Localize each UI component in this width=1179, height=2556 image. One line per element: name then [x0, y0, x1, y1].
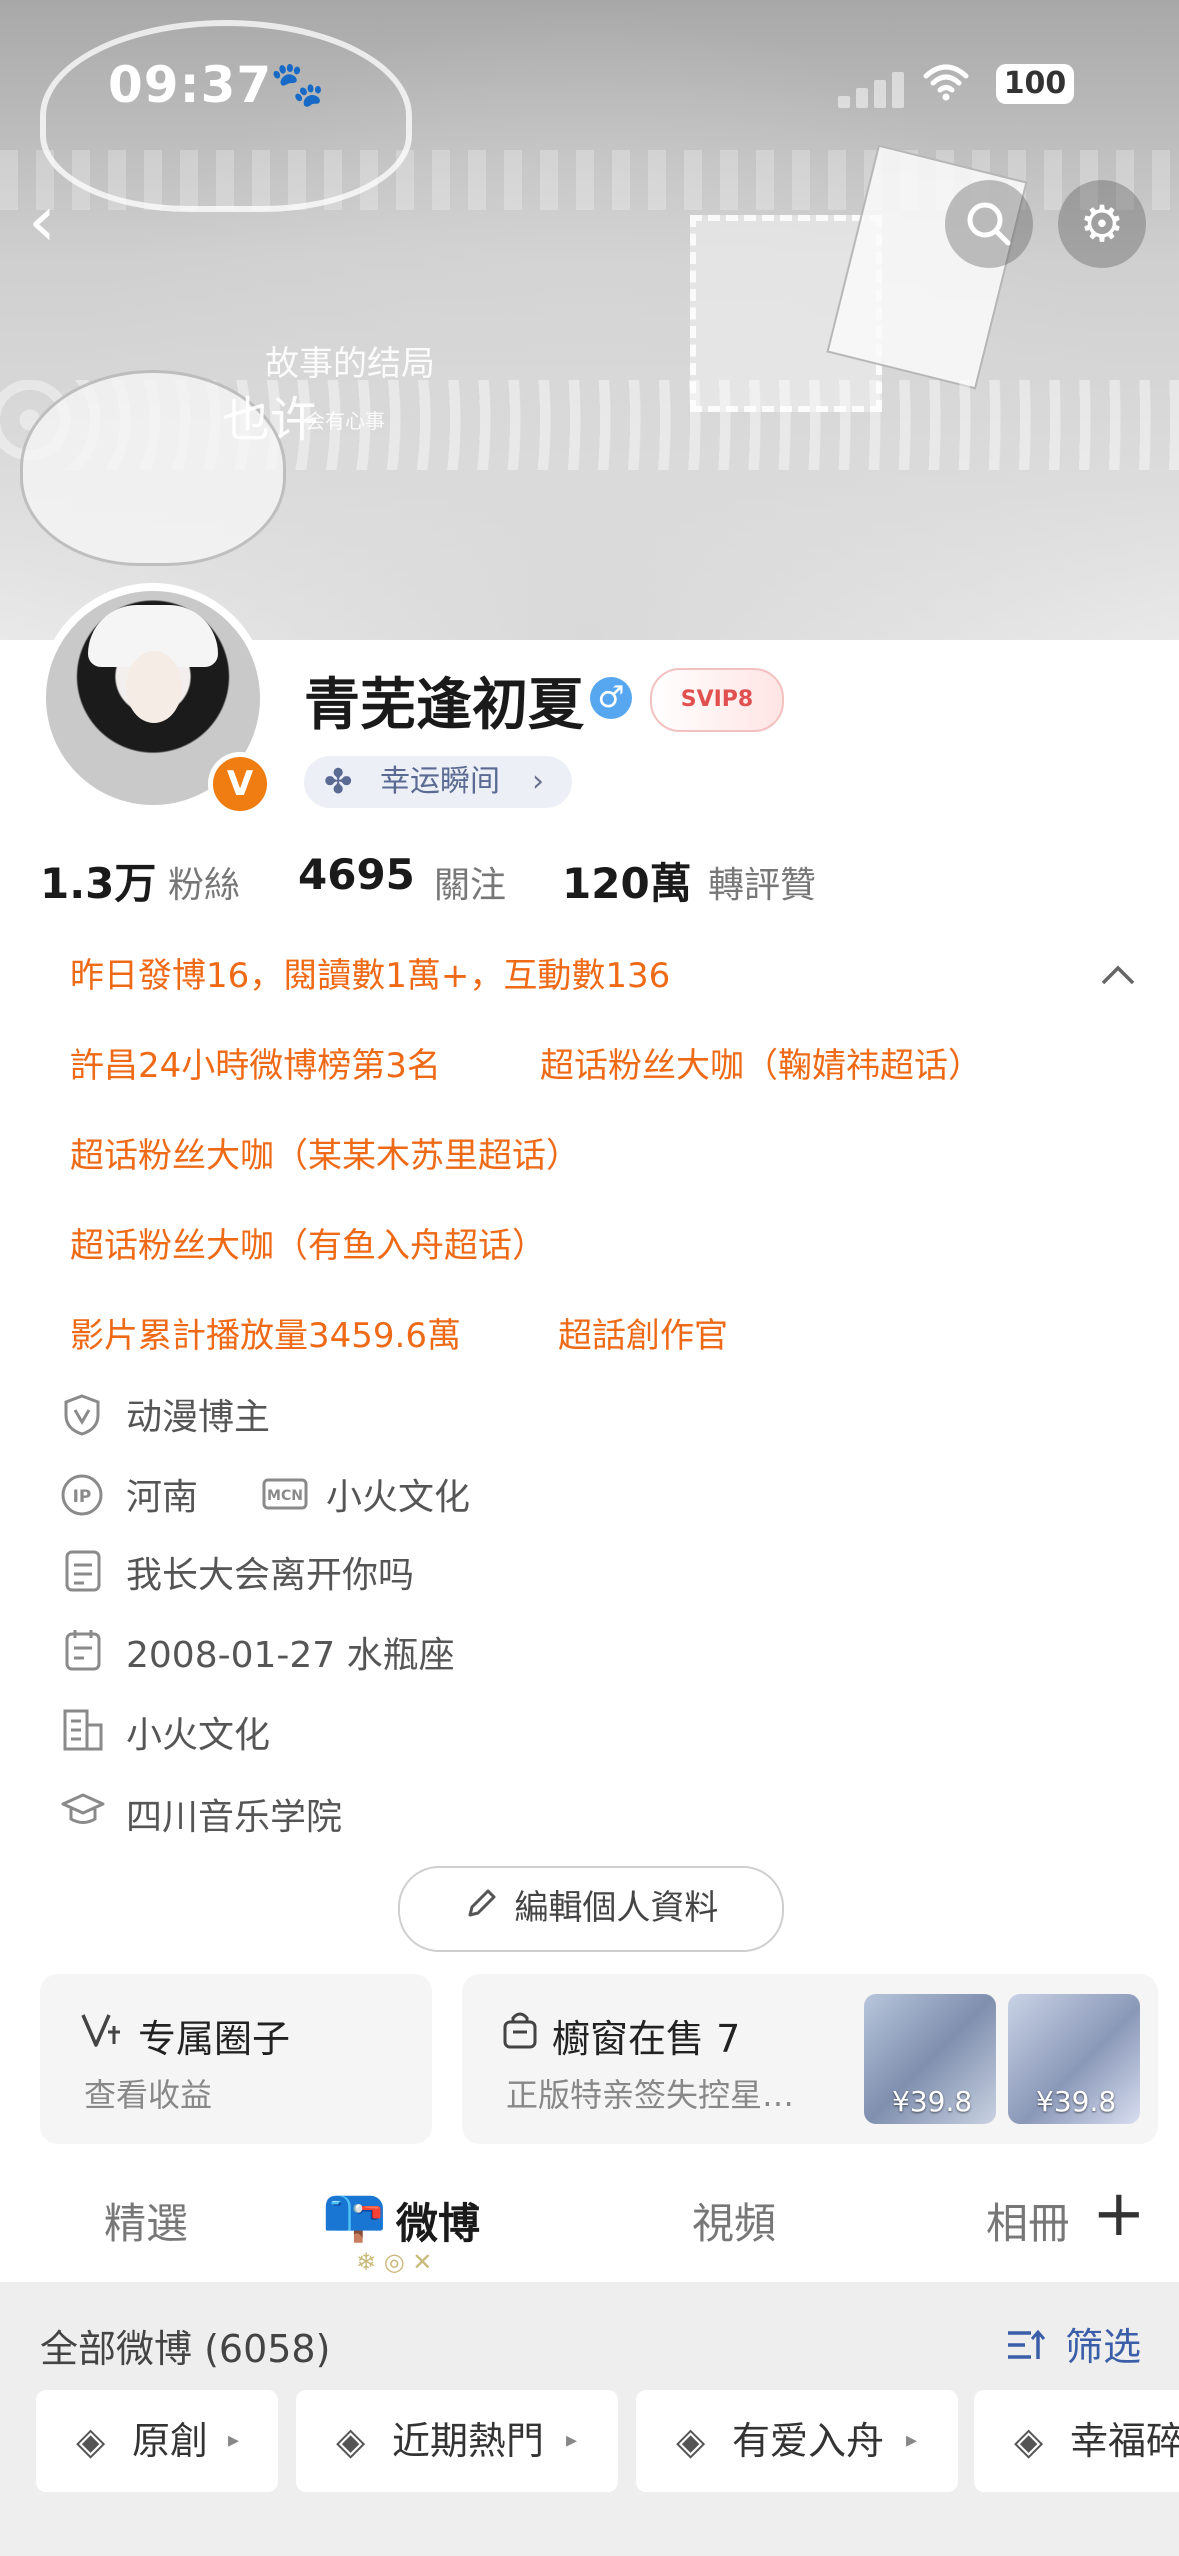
back-arrow-icon[interactable]: ‹ — [28, 180, 56, 262]
snowflake-icon: ❄ — [898, 808, 1016, 971]
building-icon — [62, 1708, 104, 1756]
layers-icon: ◈ — [676, 2419, 706, 2463]
product-price: ¥39.8 — [892, 2085, 973, 2118]
chip-original[interactable]: ◈ 原創 ▸ — [36, 2390, 278, 2492]
document-icon — [64, 1549, 102, 1597]
collapse-chevron-up-icon[interactable] — [1100, 950, 1136, 996]
pencil-icon — [464, 1870, 498, 1950]
filter-button[interactable]: 筛选 — [1005, 2316, 1141, 2372]
caret-right-icon: ▸ — [906, 2428, 918, 2453]
layers-icon: ◈ — [76, 2419, 106, 2463]
chip-label: 原創 — [132, 2419, 209, 2463]
search-icon — [967, 202, 1011, 246]
verified-badge: V — [208, 752, 272, 816]
gear-icon: ⚙ — [1079, 195, 1125, 253]
product-thumbnail[interactable]: ¥39.8 — [1008, 1994, 1140, 2124]
svg-text:MCN: MCN — [267, 1488, 303, 1504]
shop-subtitle: 正版特亲签失控星… — [506, 2076, 795, 2114]
filter-label: 筛选 — [1065, 2325, 1142, 2369]
followers-count[interactable]: 1.3万 — [40, 850, 156, 911]
ip-location-icon: IP — [60, 1473, 104, 1521]
graduation-cap-icon — [60, 1792, 106, 1832]
honor-tag[interactable]: 超话粉丝大咖（某某木苏里超话） — [70, 1128, 580, 1177]
search-button[interactable] — [945, 180, 1033, 268]
shopping-bag-icon — [502, 2010, 538, 2054]
luck-moment-label: 幸运瞬间 — [380, 764, 500, 799]
avatar-face — [126, 651, 182, 723]
school-text: 四川音乐学院 — [126, 1797, 343, 1838]
status-time: 09:37 — [108, 56, 273, 114]
shop-window-card[interactable]: 櫥窗在售 7 正版特亲签失控星… ¥39.8 ¥39.8 — [462, 1974, 1158, 2144]
tab-decoration-icon: ❄ ◎ ✕ — [356, 2248, 433, 2276]
all-weibo-count: 全部微博 (6058) — [40, 2327, 331, 2371]
edit-profile-button[interactable]: 編輯個人資料 — [398, 1866, 784, 1952]
svip-badge[interactable]: SVIP8 — [650, 668, 784, 732]
wifi-icon — [922, 62, 970, 113]
cellular-signal-icon — [838, 72, 908, 108]
likes-label[interactable]: 轉評贊 — [708, 856, 816, 908]
chip-recent-hot[interactable]: ◈ 近期熱門 ▸ — [296, 2390, 618, 2492]
honor-tag[interactable]: 許昌24小時微博榜第3名 — [70, 1038, 441, 1087]
followers-label[interactable]: 粉絲 — [168, 856, 240, 908]
company-text: 小火文化 — [126, 1715, 271, 1756]
tab-weibo[interactable]: 微博 — [396, 2190, 480, 2251]
battery-indicator: 100 — [996, 64, 1074, 104]
honor-tag[interactable]: 超话粉丝大咖（有鱼入舟超话） — [70, 1218, 546, 1267]
chip-happy[interactable]: ◈ 幸福碎 — [974, 2390, 1179, 2492]
chip-label: 近期熱門 — [392, 2419, 545, 2463]
mcn-icon: MCN — [262, 1478, 308, 1514]
caret-right-icon: ▸ — [228, 2428, 240, 2453]
caret-right-icon: ▸ — [566, 2428, 578, 2453]
exclusive-circle-card[interactable]: 专属圈子 查看收益 — [40, 1974, 432, 2144]
layers-icon: ◈ — [336, 2419, 366, 2463]
circle-v-icon — [80, 2010, 124, 2054]
honor-tag[interactable]: 超话粉丝大咖（鞠婧祎超话） — [540, 1038, 982, 1087]
svg-text:IP: IP — [73, 1487, 92, 1507]
layers-icon: ◈ — [1014, 2419, 1044, 2463]
circle-subtitle: 查看收益 — [84, 2076, 213, 2114]
banner-text-line1: 故事的结局 — [265, 344, 435, 384]
tab-videos[interactable]: 視頻 — [692, 2190, 776, 2251]
settings-button[interactable]: ⚙ — [1058, 180, 1146, 268]
chip-youai-ruzhou[interactable]: ◈ 有爱入舟 ▸ — [636, 2390, 958, 2492]
shop-title: 櫥窗在售 7 — [552, 2017, 741, 2061]
username: 青芜逢初夏 — [304, 673, 584, 738]
honor-tag[interactable]: 影片累計播放量3459.6萬 — [70, 1308, 461, 1357]
edit-profile-label: 編輯個人資料 — [514, 1888, 719, 1928]
following-count[interactable]: 4695 — [298, 850, 415, 899]
product-thumbnail[interactable]: ¥39.8 — [864, 1994, 996, 2124]
mailbox-icon: 📪 — [322, 2185, 387, 2245]
chip-label: 幸福碎 — [1070, 2419, 1179, 2463]
tab-albums[interactable]: 相冊 — [986, 2190, 1068, 2251]
mcn-text[interactable]: 小火文化 — [326, 1468, 470, 1520]
male-gender-icon: ♂ — [590, 677, 632, 719]
circle-title: 专属圈子 — [138, 2017, 291, 2061]
shield-v-icon — [62, 1393, 102, 1441]
following-label[interactable]: 關注 — [434, 856, 506, 908]
yesterday-stats[interactable]: 昨日發博16，閱讀數1萬+，互動數136 — [70, 948, 670, 997]
chip-label: 有爱入舟 — [732, 2419, 885, 2463]
product-price: ¥39.8 — [1036, 2085, 1117, 2118]
bio-text: 我长大会离开你吗 — [126, 1555, 415, 1596]
luck-moment-button[interactable]: ✤ 幸运瞬间 › — [304, 756, 572, 808]
honor-tag[interactable]: 超話創作官 — [558, 1308, 728, 1357]
banner-text-line3: 会有心事 — [305, 409, 385, 433]
banner-text-line2: 也许 — [222, 392, 319, 448]
clover-icon: ✤ — [324, 762, 353, 802]
paw-icon: 🐾 — [270, 59, 325, 110]
plus-icon[interactable]: + — [1092, 2177, 1146, 2251]
calendar-icon — [64, 1628, 102, 1676]
tab-featured[interactable]: 精選 — [104, 2190, 188, 2251]
category-text: 动漫博主 — [126, 1397, 271, 1438]
likes-count[interactable]: 120萬 — [562, 850, 692, 911]
chevron-right-icon: › — [532, 764, 544, 799]
location-text: 河南 — [126, 1477, 199, 1518]
banner-ribbon-bow — [40, 20, 412, 212]
filter-icon — [1005, 2327, 1046, 2372]
birthday-text: 2008-01-27 水瓶座 — [126, 1635, 455, 1676]
